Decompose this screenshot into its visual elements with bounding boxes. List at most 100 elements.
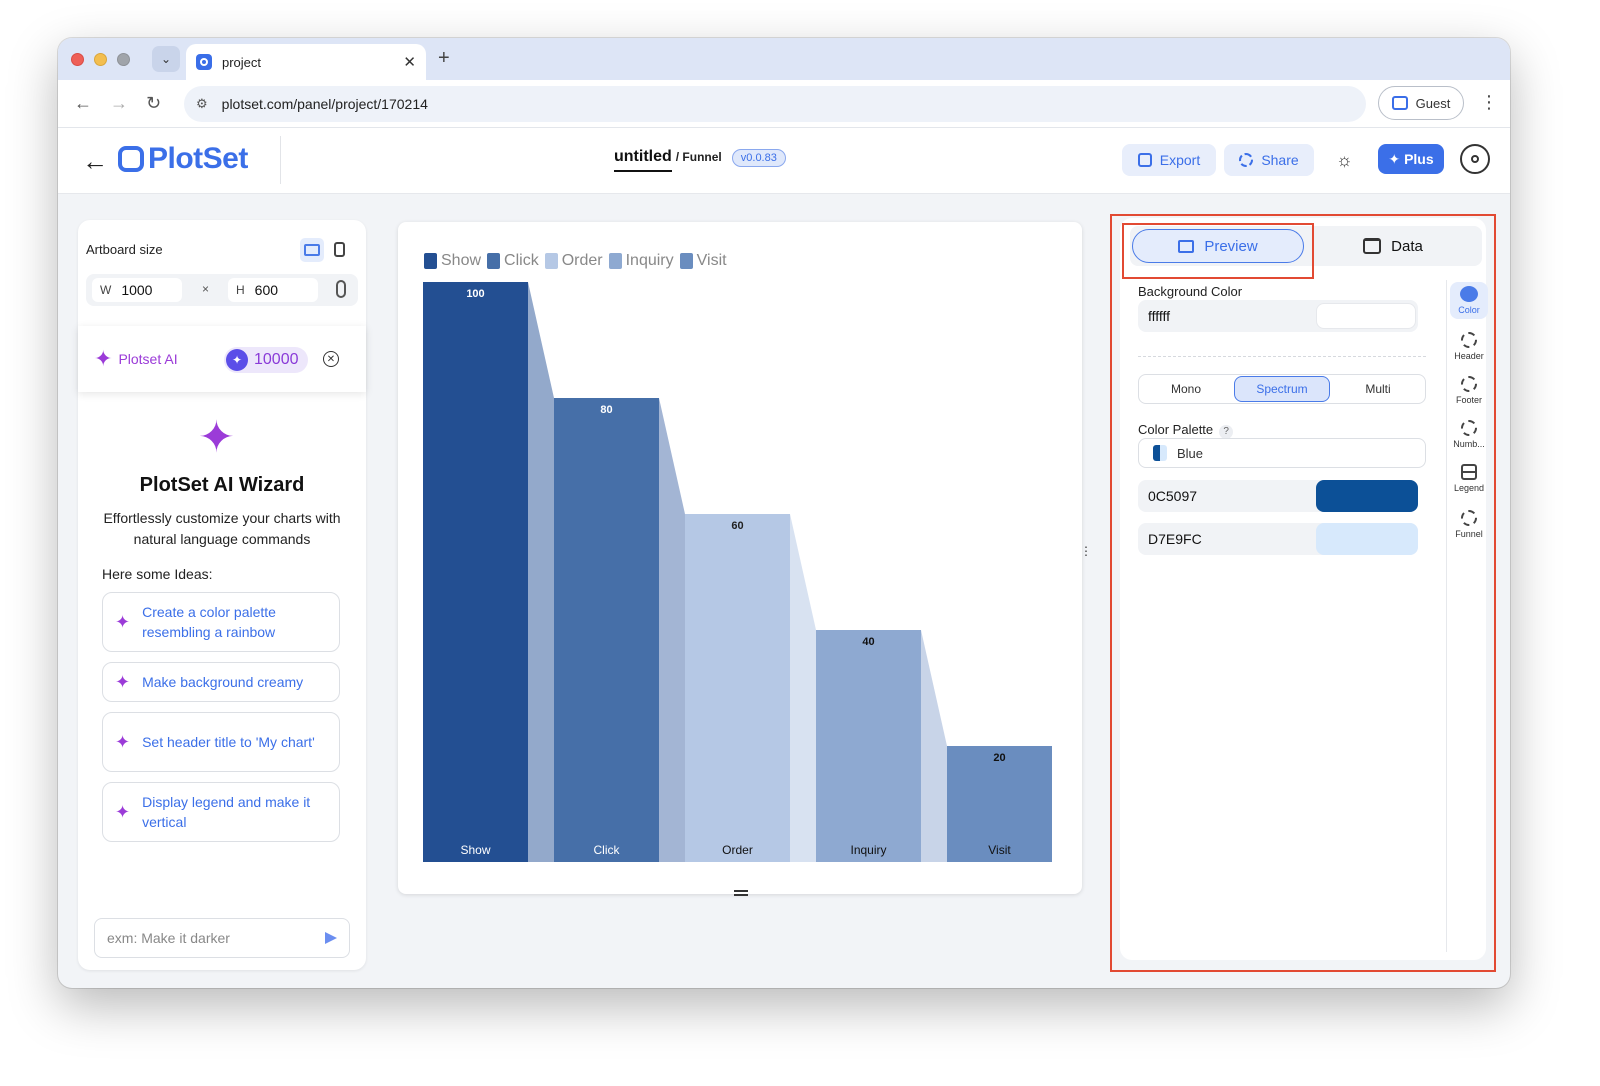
sparkle-icon: ✦	[115, 801, 131, 822]
plotset-ai-label: Plotset AI	[118, 351, 178, 367]
share-icon	[1239, 153, 1254, 167]
close-window-button[interactable]	[71, 53, 84, 66]
browser-tab[interactable]: project ✕	[186, 44, 426, 80]
send-icon[interactable]	[325, 932, 337, 944]
funnel-connector	[790, 514, 816, 862]
maximize-window-button[interactable]	[117, 53, 130, 66]
height-value: 600	[254, 282, 279, 298]
funnel-connector	[659, 398, 685, 862]
share-button[interactable]: Share	[1224, 144, 1314, 176]
idea-button[interactable]: ✦ Create a color palette resembling a ra…	[102, 592, 340, 652]
credits-badge: ✦ 10000	[224, 347, 308, 373]
browser-menu-icon[interactable]: ⋮	[1480, 92, 1498, 113]
mobile-icon[interactable]	[334, 242, 345, 257]
version-badge: v0.0.83	[731, 149, 786, 167]
ai-prompt-placeholder: exm: Make it darker	[107, 930, 230, 946]
new-tab-button[interactable]: +	[438, 47, 450, 70]
back-arrow-icon[interactable]: ←	[82, 146, 108, 177]
address-bar[interactable]: ⚙ plotset.com/panel/project/170214	[184, 86, 1366, 122]
funnel-bar	[554, 398, 659, 862]
app-header: ← PlotSet untitled / Funnel v0.0.83 Expo…	[58, 128, 1510, 194]
profile-icon	[1391, 96, 1408, 110]
resize-handle-right[interactable]: ⋮	[1080, 544, 1092, 558]
close-tab-icon[interactable]: ✕	[403, 53, 416, 71]
funnel-connector	[921, 630, 947, 862]
idea-button[interactable]: ✦ Set header title to 'My chart'	[102, 712, 340, 772]
bar-value-label: 60	[731, 520, 743, 532]
bar-category-label: Show	[460, 843, 490, 857]
artboard-size-label: Artboard size	[86, 242, 163, 257]
width-value: 1000	[121, 282, 153, 298]
ideas-label: Here some Ideas:	[102, 566, 213, 582]
chart-canvas[interactable]: Show Click Order Inquiry Visit 100 Show 80 Clic…	[398, 222, 1082, 896]
account-avatar-icon[interactable]	[1460, 144, 1490, 174]
width-field[interactable]: W 1000	[92, 278, 182, 302]
theme-toggle-sun-icon[interactable]: ☼	[1336, 150, 1353, 171]
wizard-title: PlotSet AI Wizard	[139, 474, 305, 496]
idea-text: Set header title to 'My chart'	[142, 734, 315, 750]
image-icon	[1137, 153, 1152, 167]
url-text: plotset.com/panel/project/170214	[221, 96, 428, 112]
share-label: Share	[1261, 152, 1299, 168]
export-label: Export	[1159, 152, 1201, 168]
lock-ratio-icon[interactable]	[336, 280, 346, 298]
idea-text: Make background creamy	[142, 674, 304, 690]
times-symbol: ×	[202, 282, 210, 296]
sparkle-icon: ✦	[115, 731, 131, 752]
site-settings-icon[interactable]: ⚙	[196, 96, 208, 112]
idea-button[interactable]: ✦ Make background creamy	[102, 662, 340, 702]
browser-toolbar: ← → ↻ ⚙ plotset.com/panel/project/170214…	[58, 80, 1510, 128]
sparkle-icon: ✦	[1388, 150, 1401, 167]
width-key: W	[100, 283, 112, 297]
funnel-bar	[685, 514, 790, 862]
profile-label: Guest	[1415, 95, 1451, 111]
idea-button[interactable]: ✦ Display legend and make it vertical	[102, 782, 340, 842]
desktop-icon	[304, 244, 320, 256]
height-key: H	[236, 283, 245, 297]
credits-sparkle-icon: ✦	[226, 349, 248, 371]
browser-window: ⌄ project ✕ + ← → ↻ ⚙ plotset.com/panel/…	[58, 38, 1510, 988]
sparkle-icon: ✦	[115, 671, 131, 692]
back-arrow-icon[interactable]: ←	[74, 93, 92, 114]
plotset-logo[interactable]: PlotSet	[118, 142, 248, 176]
forward-arrow-icon[interactable]: →	[110, 93, 128, 114]
tab-list-chevron-icon[interactable]: ⌄	[152, 46, 180, 72]
resize-handle-bottom[interactable]	[734, 890, 748, 896]
bar-value-label: 100	[466, 288, 484, 300]
wizard-sparkles-icon: ✦	[198, 413, 235, 462]
tab-title: project	[222, 54, 262, 70]
highlight-frame-preview	[1122, 223, 1314, 279]
minimize-window-button[interactable]	[94, 53, 107, 66]
profile-button[interactable]: Guest	[1378, 86, 1464, 120]
sparkle-icon: ✦	[115, 611, 131, 632]
funnel-connector	[528, 282, 554, 862]
bar-category-label: Order	[722, 843, 753, 857]
bar-category-label: Click	[594, 843, 621, 857]
idea-text: Display legend and make it vertical	[142, 794, 311, 830]
plus-label: Plus	[1404, 151, 1434, 167]
funnel-bar	[423, 282, 528, 862]
favicon-icon	[196, 54, 212, 70]
bar-value-label: 80	[600, 404, 612, 416]
idea-text: Create a color palette resembling a rain…	[142, 604, 276, 640]
bar-category-label: Inquiry	[850, 843, 886, 857]
chart-type-label: / Funnel	[675, 150, 722, 164]
tab-strip: ⌄ project ✕ +	[58, 38, 1510, 80]
logo-mark-icon	[118, 146, 144, 172]
export-button[interactable]: Export	[1122, 144, 1216, 176]
wizard-subtitle: Effortlessly customize your charts with …	[103, 510, 341, 547]
ai-prompt-input[interactable]: exm: Make it darker	[94, 918, 350, 958]
project-name[interactable]: untitled	[614, 148, 672, 172]
plotset-ai-card: ✦ Plotset AI ✦ 10000 ✕	[78, 326, 366, 392]
reload-icon[interactable]: ↻	[146, 93, 161, 114]
plus-button[interactable]: ✦ Plus	[1378, 144, 1444, 174]
close-ai-icon[interactable]: ✕	[323, 351, 339, 367]
bar-category-label: Visit	[988, 843, 1011, 857]
height-field[interactable]: H 600	[228, 278, 318, 302]
bar-value-label: 20	[993, 752, 1005, 764]
funnel-bar	[816, 630, 921, 862]
bar-value-label: 40	[862, 636, 874, 648]
funnel-chart: 100 Show 80 Click 60 Order 40 Inquiry 20 Visit	[423, 282, 1052, 862]
logo-text: PlotSet	[148, 142, 248, 175]
sparkle-icon: ✦	[94, 346, 113, 371]
